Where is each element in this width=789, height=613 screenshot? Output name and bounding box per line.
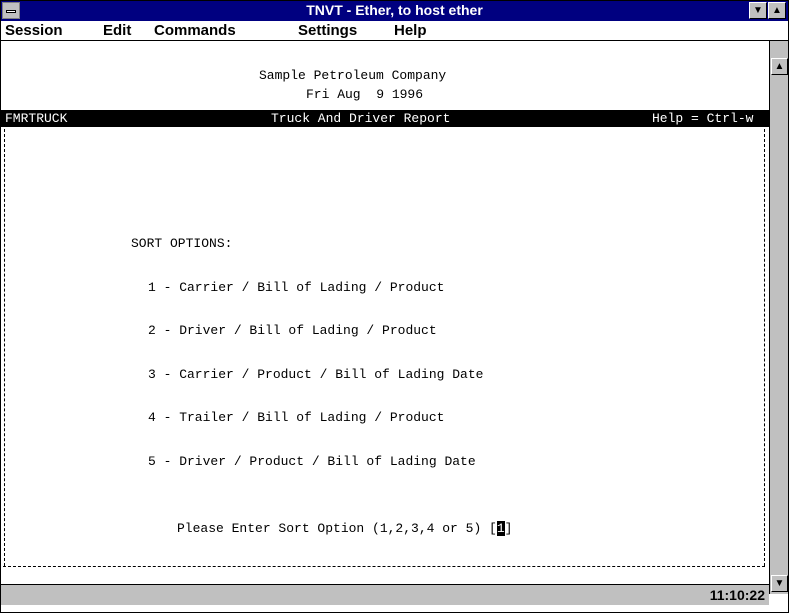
report-date: Fri Aug 9 1996 bbox=[306, 87, 424, 102]
right-border bbox=[764, 129, 765, 566]
menu-session[interactable]: Session bbox=[5, 22, 63, 39]
sort-option-input[interactable]: 1 bbox=[496, 521, 505, 536]
status-clock: 11:10:22 bbox=[709, 587, 765, 603]
sort-prompt: Please Enter Sort Option (1,2,3,4 or 5) … bbox=[177, 521, 512, 536]
sort-prompt-close: ] bbox=[504, 521, 513, 536]
menu-settings[interactable]: Settings bbox=[298, 22, 357, 39]
terminal-screen[interactable]: Sample Petroleum Company Fri Aug 9 1996 … bbox=[1, 41, 769, 584]
window-title: TNVT - Ether, to host ether bbox=[306, 2, 483, 18]
sort-option-5: 5 - Driver / Product / Bill of Lading Da… bbox=[148, 454, 476, 469]
menu-commands[interactable]: Commands bbox=[154, 22, 236, 39]
menu-edit[interactable]: Edit bbox=[103, 22, 131, 39]
sort-option-1: 1 - Carrier / Bill of Lading / Product bbox=[148, 280, 445, 295]
program-name: FMRTRUCK bbox=[5, 111, 68, 126]
help-hint: Help = Ctrl-w bbox=[652, 111, 754, 126]
maximize-icon[interactable]: ▲ bbox=[768, 2, 786, 19]
sort-option-2: 2 - Driver / Bill of Lading / Product bbox=[148, 323, 437, 338]
company-name: Sample Petroleum Company bbox=[259, 68, 447, 83]
left-border bbox=[4, 129, 5, 566]
scroll-down-icon[interactable]: ▼ bbox=[771, 575, 788, 592]
report-title: Truck And Driver Report bbox=[271, 111, 451, 126]
menu-bar: Session Edit Commands Settings Help bbox=[1, 21, 788, 41]
title-bar[interactable]: TNVT - Ether, to host ether ▼ ▲ bbox=[1, 1, 788, 21]
minimize-icon[interactable]: ▼ bbox=[749, 2, 767, 19]
sort-prompt-text: Please Enter Sort Option (1,2,3,4 or 5) … bbox=[177, 521, 497, 536]
sort-options-heading: SORT OPTIONS: bbox=[131, 236, 233, 251]
report-header-bar: FMRTRUCK Truck And Driver Report Help = … bbox=[1, 110, 769, 127]
sort-option-4: 4 - Trailer / Bill of Lading / Product bbox=[148, 410, 445, 425]
menu-help[interactable]: Help bbox=[394, 22, 427, 39]
bottom-border bbox=[3, 566, 765, 567]
status-bar: 11:10:22 bbox=[1, 584, 769, 605]
sort-option-3: 3 - Carrier / Product / Bill of Lading D… bbox=[148, 367, 484, 382]
vertical-scrollbar[interactable]: ▲ ▼ bbox=[769, 41, 788, 594]
scroll-up-icon[interactable]: ▲ bbox=[771, 58, 788, 75]
terminal-window: TNVT - Ether, to host ether ▼ ▲ Session … bbox=[0, 0, 789, 613]
